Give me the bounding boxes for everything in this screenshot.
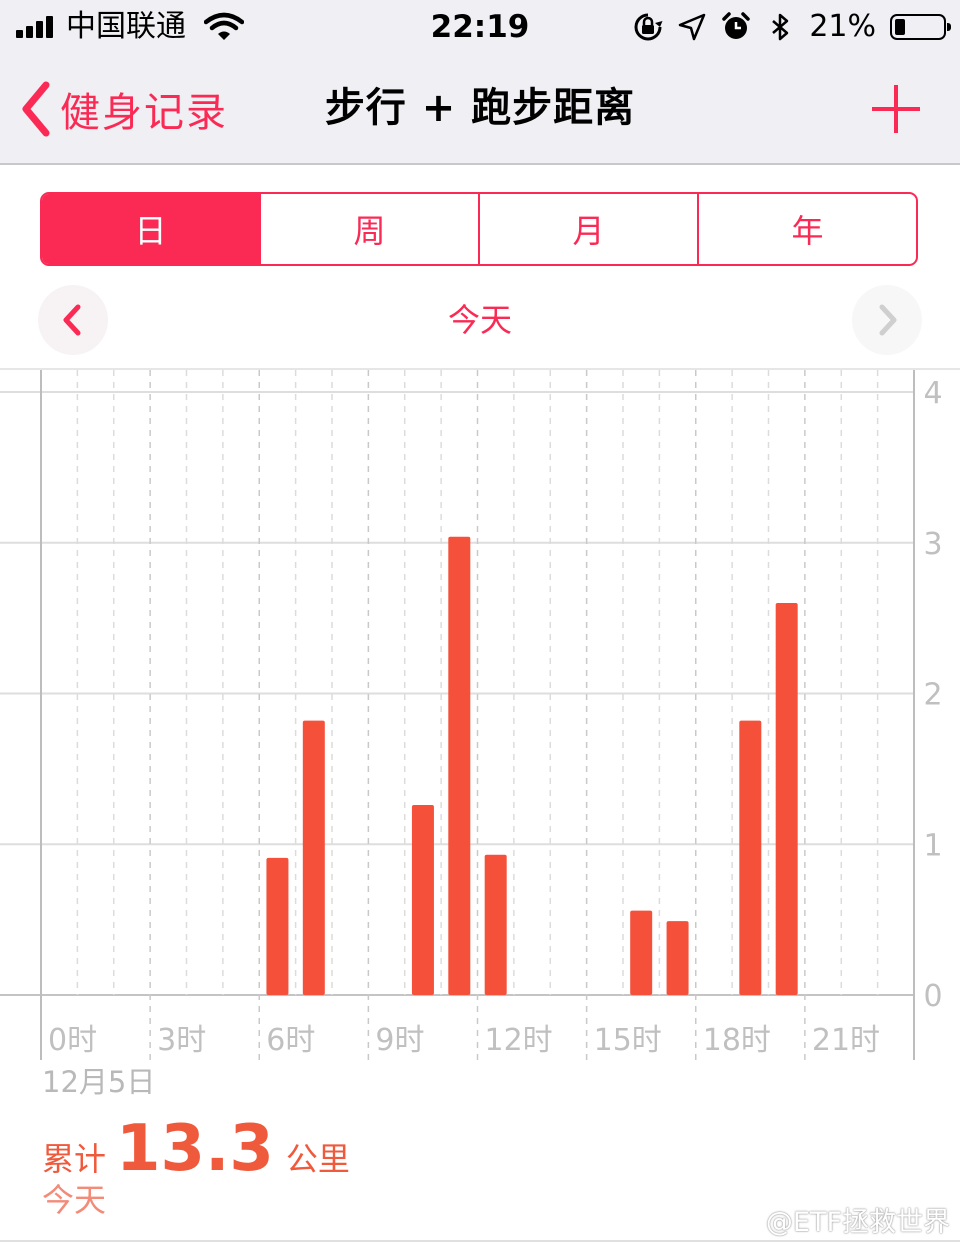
battery-level-fill [895, 19, 905, 35]
y-tick-label: 3 [923, 527, 942, 562]
y-tick-label: 4 [923, 376, 942, 411]
chart-bar [266, 857, 289, 995]
x-tick-label: 6时 [266, 1023, 315, 1058]
segment-month[interactable]: 月 [478, 194, 697, 264]
segment-week[interactable]: 周 [259, 194, 478, 264]
watermark: @ETF拯救世界 [765, 1207, 950, 1238]
alarm-icon [722, 12, 751, 39]
status-bar: 中国联通 22:19 21% [0, 0, 960, 55]
chart-bar [411, 805, 434, 995]
x-tick-label: 12时 [485, 1023, 553, 1058]
distance-bar-chart: 0 1 2 3 4 0时 3时 6时 9时 12时 15时 18时 21时 [0, 370, 943, 1060]
bottom-divider [0, 1240, 960, 1242]
total-unit: 公里 [285, 1140, 350, 1178]
period-segmented-control: 日 周 月 年 [40, 192, 918, 266]
total-summary: 累计 13.3 公里 [42, 1112, 350, 1186]
status-icons: 21% [633, 9, 951, 45]
battery-icon [890, 14, 951, 40]
x-tick-label: 0时 [48, 1023, 97, 1058]
x-tick-label: 15时 [594, 1023, 662, 1058]
chart-bar [775, 603, 798, 995]
y-tick-label: 1 [923, 828, 942, 863]
date-label: 今天 [447, 301, 512, 339]
y-tick-label: 0 [923, 979, 942, 1014]
x-tick-label: 3时 [157, 1023, 206, 1058]
chart-bar [302, 720, 325, 995]
chart-bar [666, 921, 689, 995]
x-tick-label: 18时 [703, 1023, 771, 1058]
next-day-button[interactable] [852, 285, 922, 355]
total-period-label: 今天 [42, 1181, 107, 1219]
x-tick-label: 21时 [812, 1023, 880, 1058]
rotation-lock-icon [634, 13, 663, 41]
y-tick-label: 2 [923, 678, 942, 713]
segment-year[interactable]: 年 [697, 194, 916, 264]
chart-date-label: 12月5日 [42, 1065, 156, 1099]
location-icon [679, 13, 706, 41]
battery-percent: 21% [809, 9, 876, 44]
chevron-right-icon [879, 304, 897, 336]
segment-day[interactable]: 日 [42, 194, 259, 264]
chart-bars [266, 536, 798, 995]
chart-bar [739, 720, 762, 995]
x-tick-label: 9时 [375, 1023, 424, 1058]
add-data-button[interactable] [872, 85, 920, 133]
page-title: 步行 + 跑步距离 [324, 85, 636, 131]
chart-bar [484, 854, 507, 995]
chart-bar [448, 536, 471, 995]
total-value: 13.3 [116, 1112, 274, 1186]
total-label: 累计 [42, 1140, 107, 1178]
bluetooth-icon [772, 13, 789, 41]
navigation-bar: 健身记录 步行 + 跑步距离 [0, 55, 960, 165]
chart-bar [630, 910, 653, 995]
